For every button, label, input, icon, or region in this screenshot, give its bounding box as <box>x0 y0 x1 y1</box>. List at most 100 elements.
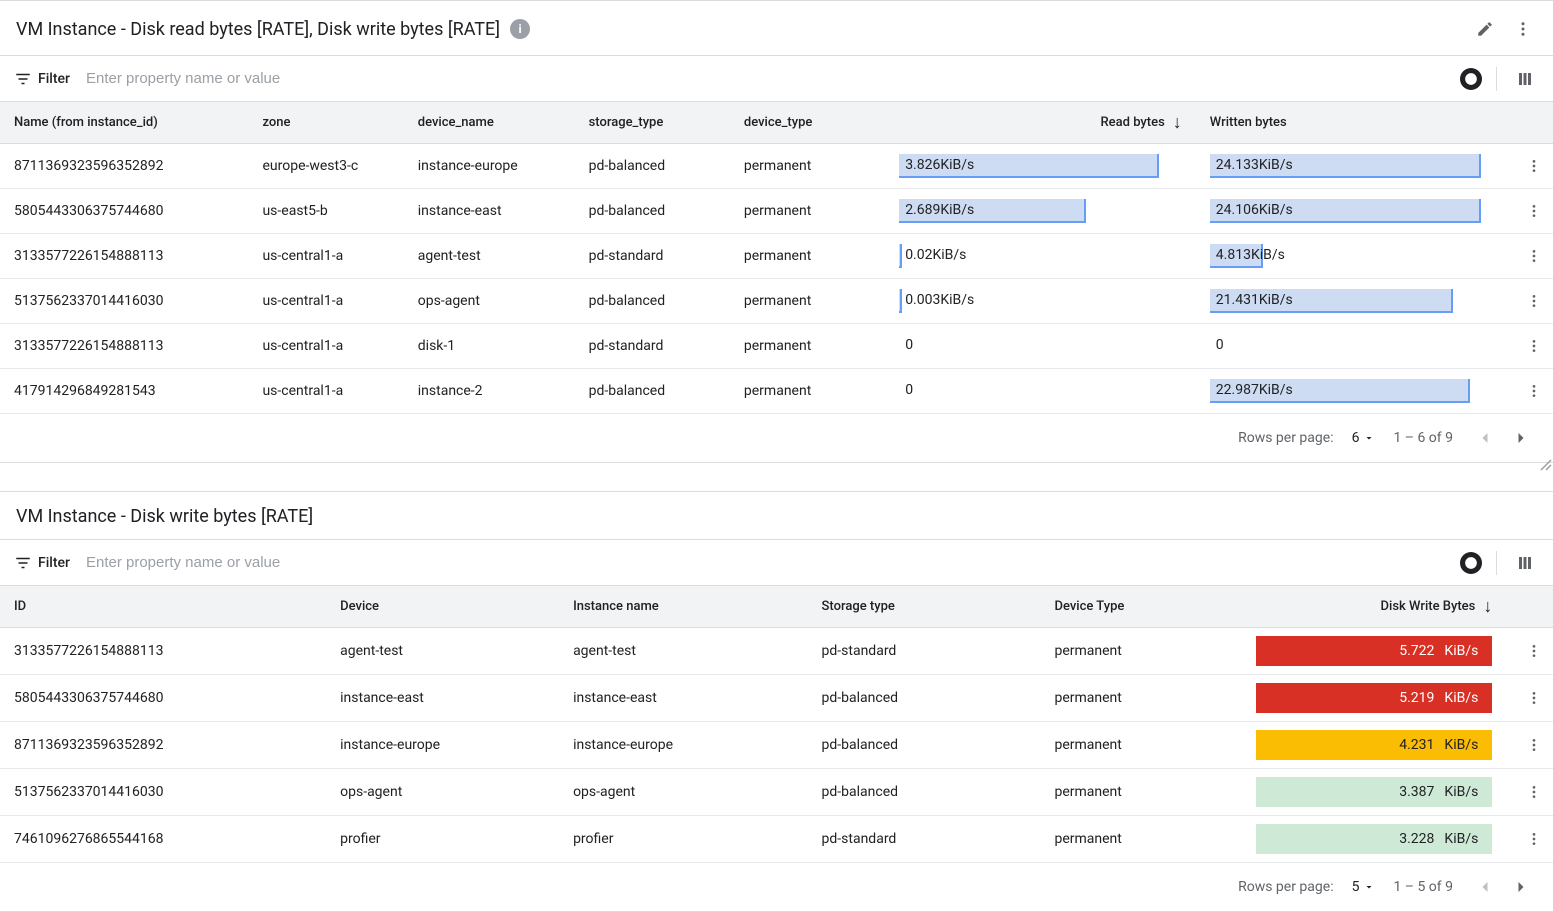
filter-label: Filter <box>14 70 70 88</box>
cell-dtype: permanent <box>730 324 885 369</box>
panel2-title-bar: VM Instance - Disk write bytes [RATE] <box>0 492 1553 539</box>
cell-storage: pd-balanced <box>808 769 1041 816</box>
col-name[interactable]: Name (from instance_id) <box>0 102 248 144</box>
cell-read: 0 <box>885 324 1196 369</box>
rows-per-page-select[interactable]: 6 <box>1352 430 1376 446</box>
page-prev-button[interactable] <box>1471 424 1499 452</box>
col-device[interactable]: Device <box>326 586 559 628</box>
cell-read: 0.003KiB/s <box>885 279 1196 324</box>
filter-icon <box>14 554 32 572</box>
row-menu-icon[interactable] <box>1520 197 1548 225</box>
bar-value: 24.133KiB/s <box>1210 154 1493 173</box>
bar-value: 0 <box>899 334 1182 353</box>
panel1-title-bar: VM Instance - Disk read bytes [RATE], Di… <box>0 1 1553 55</box>
cell-dtype: permanent <box>730 234 885 279</box>
page-next-button[interactable] <box>1507 424 1535 452</box>
cell-storage: pd-standard <box>808 816 1041 863</box>
cell-zone: us-central1-a <box>248 369 403 414</box>
panel2-table: ID Device Instance name Storage type Dev… <box>0 585 1553 863</box>
resize-handle-icon[interactable] <box>1539 458 1553 472</box>
col-device-name[interactable]: device_name <box>404 102 575 144</box>
row-menu-icon[interactable] <box>1520 152 1548 180</box>
cell-device: instance-europe <box>326 722 559 769</box>
edit-icon[interactable] <box>1471 15 1499 43</box>
cell-id: 7461096276865544168 <box>0 816 326 863</box>
row-menu-icon[interactable] <box>1520 825 1548 853</box>
table-row: 5137562337014416030us-central1-aops-agen… <box>0 279 1553 324</box>
table-row: 7461096276865544168profierprofierpd-stan… <box>0 816 1553 863</box>
row-menu-icon[interactable] <box>1520 332 1548 360</box>
col-instance-name[interactable]: Instance name <box>559 586 807 628</box>
info-icon[interactable]: i <box>510 19 530 39</box>
col-device-type[interactable]: device_type <box>730 102 885 144</box>
cell-dtype: permanent <box>1040 675 1242 722</box>
dropdown-icon <box>1363 432 1375 444</box>
cell-id: 5805443306375744680 <box>0 675 326 722</box>
panel1-table: Name (from instance_id) zone device_name… <box>0 101 1553 414</box>
row-menu-icon[interactable] <box>1520 637 1548 665</box>
cell-device: instance-east <box>404 189 575 234</box>
cell-read: 0 <box>885 369 1196 414</box>
cell-storage: pd-standard <box>808 628 1041 675</box>
bar-value: 0.003KiB/s <box>899 289 1182 308</box>
table-header-row: ID Device Instance name Storage type Dev… <box>0 586 1553 628</box>
cell-name: 3133577226154888113 <box>0 324 248 369</box>
cell-write-bytes: 3.387KiB/s <box>1242 769 1506 816</box>
columns-icon[interactable] <box>1511 549 1539 577</box>
cell-id: 8711369323596352892 <box>0 722 326 769</box>
help-icon[interactable] <box>1460 68 1482 90</box>
page-next-button[interactable] <box>1507 873 1535 901</box>
cell-name: 5805443306375744680 <box>0 189 248 234</box>
cell-instance: agent-test <box>559 628 807 675</box>
cell-dtype: permanent <box>730 144 885 189</box>
cell-zone: us-central1-a <box>248 324 403 369</box>
cell-write-bytes: 5.219KiB/s <box>1242 675 1506 722</box>
col-zone[interactable]: zone <box>248 102 403 144</box>
cell-read: 3.826KiB/s <box>885 144 1196 189</box>
cell-zone: us-central1-a <box>248 279 403 324</box>
sort-desc-icon: ↓ <box>1483 596 1492 617</box>
col-id[interactable]: ID <box>0 586 326 628</box>
col-read-bytes[interactable]: Read bytes↓ <box>885 102 1196 144</box>
cell-device: ops-agent <box>404 279 575 324</box>
cell-zone: us-east5-b <box>248 189 403 234</box>
cell-write: 22.987KiB/s <box>1196 369 1507 414</box>
row-menu-icon[interactable] <box>1520 684 1548 712</box>
row-menu-icon[interactable] <box>1520 377 1548 405</box>
cell-name: 3133577226154888113 <box>0 234 248 279</box>
col-written-bytes[interactable]: Written bytes <box>1196 102 1507 144</box>
cell-device: disk-1 <box>404 324 575 369</box>
more-vert-icon[interactable] <box>1509 15 1537 43</box>
page-prev-button[interactable] <box>1471 873 1499 901</box>
rows-per-page-label: Rows per page: <box>1238 879 1333 895</box>
cell-instance: profier <box>559 816 807 863</box>
col-storage-type[interactable]: storage_type <box>575 102 730 144</box>
col-device-type[interactable]: Device Type <box>1040 586 1242 628</box>
filter-label: Filter <box>14 554 70 572</box>
rows-per-page-select[interactable]: 5 <box>1352 879 1376 895</box>
cell-storage: pd-balanced <box>575 369 730 414</box>
bar-value: 24.106KiB/s <box>1210 199 1493 218</box>
filter-icon <box>14 70 32 88</box>
columns-icon[interactable] <box>1511 65 1539 93</box>
row-menu-icon[interactable] <box>1520 242 1548 270</box>
cell-storage: pd-standard <box>575 324 730 369</box>
bar-value: 4.813KiB/s <box>1210 244 1493 263</box>
panel1-filter-input[interactable] <box>82 58 1448 99</box>
table-row: 8711369323596352892instance-europeinstan… <box>0 722 1553 769</box>
row-menu-icon[interactable] <box>1520 287 1548 315</box>
col-storage-type[interactable]: Storage type <box>808 586 1041 628</box>
cell-instance: instance-east <box>559 675 807 722</box>
cell-device: instance-europe <box>404 144 575 189</box>
cell-storage: pd-standard <box>575 234 730 279</box>
help-icon[interactable] <box>1460 552 1482 574</box>
row-menu-icon[interactable] <box>1520 731 1548 759</box>
cell-zone: us-central1-a <box>248 234 403 279</box>
col-disk-write-bytes[interactable]: Disk Write Bytes↓ <box>1242 586 1506 628</box>
row-menu-icon[interactable] <box>1520 778 1548 806</box>
cell-id: 3133577226154888113 <box>0 628 326 675</box>
cell-write-bytes: 4.231KiB/s <box>1242 722 1506 769</box>
panel2-filter-input[interactable] <box>82 542 1448 583</box>
cell-write: 21.431KiB/s <box>1196 279 1507 324</box>
cell-name: 8711369323596352892 <box>0 144 248 189</box>
